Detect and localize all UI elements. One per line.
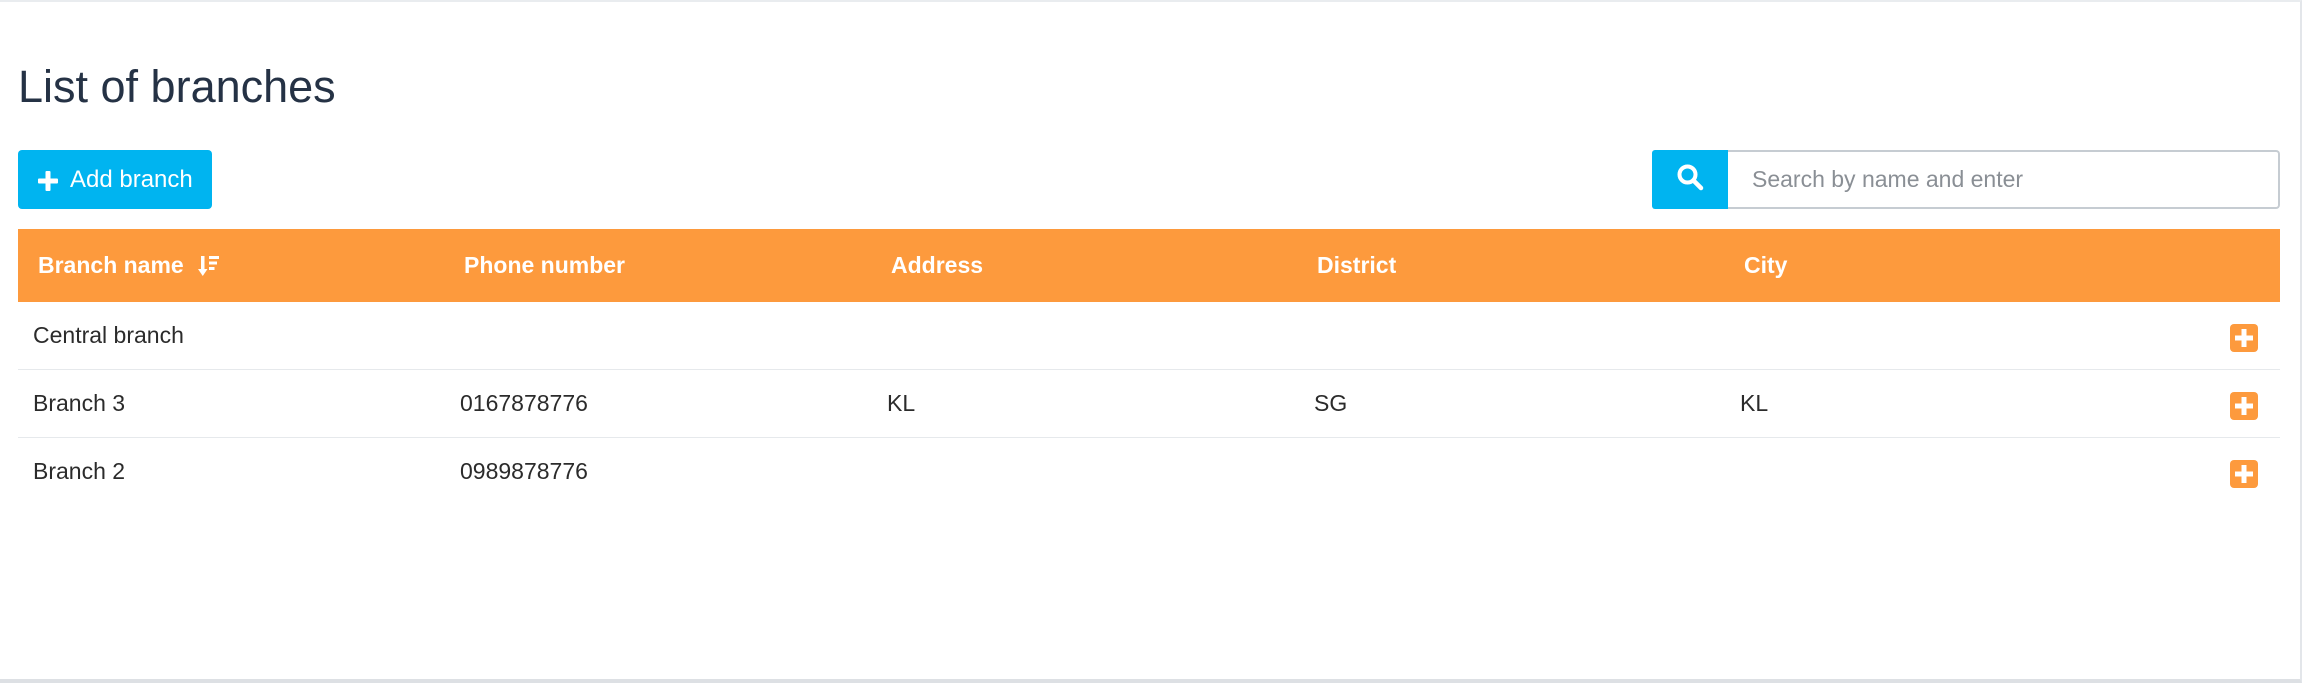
column-header-label: District (1317, 252, 1397, 278)
plus-square-icon (2235, 397, 2253, 415)
branches-table: Branch name Phone number Address Distric… (18, 229, 2280, 505)
cell-branch-name: Branch 3 (33, 390, 126, 416)
table-row[interactable]: Central branch (18, 302, 2280, 370)
plus-square-icon (2235, 329, 2253, 347)
branches-panel: List of branches Add branch Branch name (0, 0, 2302, 683)
add-branch-label: Add branch (70, 165, 193, 193)
row-expand-button[interactable] (2230, 324, 2258, 352)
search-bar (1652, 150, 2280, 209)
cell-city: KL (1740, 390, 1769, 416)
cell-phone: 0989878776 (460, 458, 588, 484)
column-header-label: Phone number (464, 252, 626, 278)
column-header-district: District (1317, 229, 1396, 302)
cell-district: SG (1314, 390, 1348, 416)
column-header-branch-name[interactable]: Branch name (38, 229, 220, 302)
table-row[interactable]: Branch 2 0989878776 (18, 438, 2280, 505)
table-header: Branch name Phone number Address Distric… (18, 229, 2280, 302)
sort-desc-icon[interactable] (197, 254, 220, 278)
plus-icon (38, 170, 58, 191)
search-button[interactable] (1652, 150, 1728, 209)
column-header-city: City (1744, 229, 1787, 302)
column-header-label: City (1744, 252, 1788, 278)
page-title: List of branches (18, 61, 336, 112)
search-input[interactable] (1728, 150, 2280, 209)
cell-branch-name: Branch 2 (33, 458, 126, 484)
column-header-label: Branch name (38, 252, 184, 278)
row-expand-button[interactable] (2230, 460, 2258, 488)
column-header-address: Address (891, 229, 983, 302)
cell-phone: 0167878776 (460, 390, 588, 416)
plus-square-icon (2235, 465, 2253, 483)
cell-address: KL (887, 390, 916, 416)
row-expand-button[interactable] (2230, 392, 2258, 420)
add-branch-button[interactable]: Add branch (18, 150, 212, 209)
search-icon (1676, 163, 1704, 196)
column-header-label: Address (891, 252, 984, 278)
table-row[interactable]: Branch 3 0167878776 KL SG KL (18, 370, 2280, 438)
column-header-phone: Phone number (464, 229, 625, 302)
cell-branch-name: Central branch (33, 322, 184, 348)
table-body: Central branch Branch 3 0167878776 KL SG… (18, 302, 2280, 505)
